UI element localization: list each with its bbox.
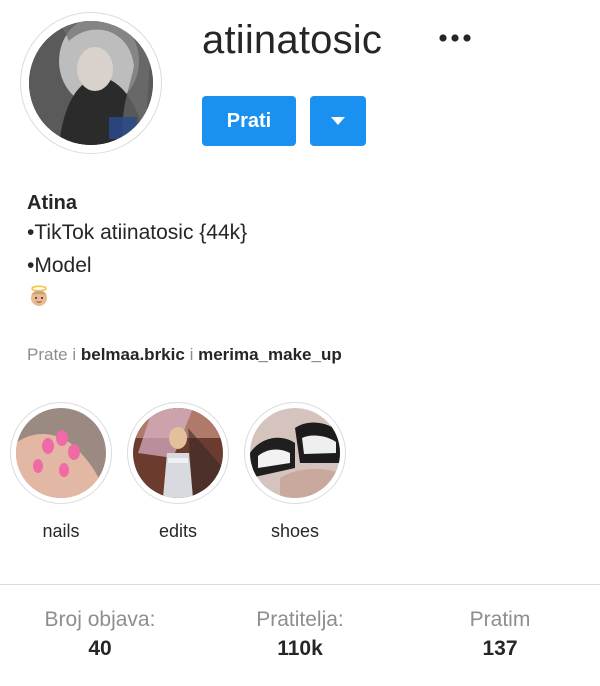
bio-name: Atina	[27, 192, 77, 214]
angel-emoji-icon	[27, 284, 51, 308]
highlight-nails[interactable]: nails	[8, 402, 114, 542]
profile-page: atiinatosic Prati Atina •TikTok atiinato…	[0, 0, 600, 686]
highlight-label: edits	[158, 521, 198, 541]
highlight-shoes[interactable]: shoes	[242, 402, 348, 542]
divider	[0, 584, 600, 585]
highlight-label: shoes	[270, 521, 320, 541]
followed-by-user-2[interactable]: merima_make_up	[198, 345, 342, 364]
highlight-nails-image	[16, 408, 106, 498]
highlight-shoes-image	[250, 408, 340, 498]
highlight-ring	[244, 402, 346, 504]
stat-label: Broj objava:	[44, 608, 156, 631]
highlight-label: nails	[42, 521, 80, 541]
suggestions-dropdown-button[interactable]	[310, 96, 366, 146]
avatar[interactable]	[20, 12, 162, 154]
highlight-ring	[10, 402, 112, 504]
profile-bio: Atina •TikTok atiinatosic {44k} •Model	[27, 190, 247, 308]
caret-down-icon	[331, 117, 345, 125]
followed-by[interactable]: Prate i belmaa.brkic i merima_make_up	[27, 345, 342, 365]
stat-value: 137	[482, 637, 518, 660]
bio-line-tiktok: •TikTok atiinatosic {44k}	[27, 221, 248, 244]
more-horizontal-icon[interactable]	[436, 28, 476, 48]
stat-value: 40	[88, 637, 112, 660]
profile-stats: Broj objava: 40 Pratitelja: 110k Pratim …	[0, 606, 600, 676]
stat-value: 110k	[277, 637, 323, 660]
stat-label: Pratim	[469, 608, 531, 631]
follow-button[interactable]: Prati	[202, 96, 296, 146]
highlight-edits-image	[133, 408, 223, 498]
bio-line-model: •Model	[27, 254, 92, 277]
stat-followers[interactable]: Pratitelja: 110k	[230, 606, 370, 664]
stat-following[interactable]: Pratim 137	[440, 606, 560, 664]
followed-by-user-1[interactable]: belmaa.brkic	[81, 345, 185, 364]
highlight-edits[interactable]: edits	[125, 402, 231, 542]
highlight-ring	[127, 402, 229, 504]
stat-label: Pratitelja:	[256, 608, 344, 631]
followed-by-prefix: Prate i	[27, 345, 77, 364]
profile-username: atiinatosic	[202, 18, 383, 62]
story-highlights: nails edits shoes	[0, 402, 600, 552]
avatar-image	[29, 21, 153, 145]
followed-by-joiner: i	[189, 345, 194, 364]
stat-posts[interactable]: Broj objava: 40	[30, 606, 170, 664]
